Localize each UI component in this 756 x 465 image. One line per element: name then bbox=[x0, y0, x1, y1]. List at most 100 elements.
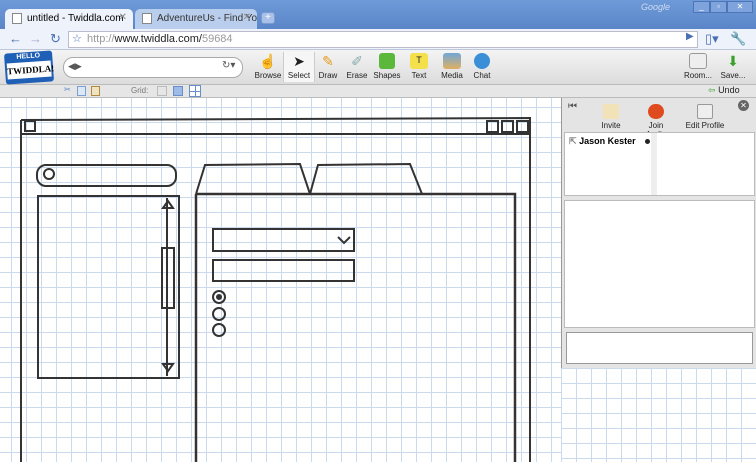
chat-log bbox=[564, 200, 755, 328]
close-tab-icon[interactable]: ✕ bbox=[243, 12, 251, 23]
edit-profile-button[interactable]: Edit Profile bbox=[684, 104, 726, 130]
user-list: ⇱ Jason Kester bbox=[564, 132, 755, 196]
sketch-radio bbox=[212, 307, 226, 321]
sketch-window-frame bbox=[20, 116, 531, 462]
undo-label: Undo bbox=[718, 85, 740, 95]
tool-text[interactable]: T Text bbox=[403, 53, 435, 80]
sketch-search-box bbox=[36, 164, 177, 187]
chat-input[interactable] bbox=[566, 332, 753, 364]
tab-twiddla[interactable]: untitled - Twiddla.com ✕ bbox=[5, 9, 133, 29]
undo-button[interactable]: ⇦ Undo bbox=[708, 85, 740, 96]
tool-label: Shapes bbox=[373, 71, 401, 80]
whiteboard-canvas[interactable] bbox=[0, 98, 561, 462]
tool-label: Draw bbox=[318, 71, 338, 80]
address-bar-row: ← → ↻ ☆ http://www.twiddla.com/59684 ▶ ▯▾… bbox=[0, 29, 756, 50]
nav-back-forward-icon[interactable]: ◀▶ bbox=[68, 61, 82, 72]
media-icon bbox=[443, 53, 461, 69]
text-icon: T bbox=[410, 53, 428, 69]
maximize-button[interactable]: ▫ bbox=[710, 1, 727, 13]
close-panel-icon[interactable]: ✕ bbox=[738, 100, 749, 111]
pencil-favicon-icon bbox=[12, 13, 22, 24]
tool-label: Chat bbox=[473, 71, 491, 80]
wireframe-sketch bbox=[20, 116, 531, 462]
sketch-scrollbar bbox=[161, 198, 175, 376]
browse-url-input[interactable]: ◀▶ ↻▾ bbox=[63, 57, 243, 78]
collapse-panel-icon[interactable]: ⏮ bbox=[568, 101, 577, 112]
user-status-dot bbox=[645, 139, 650, 144]
user-list-item[interactable]: ⇱ Jason Kester bbox=[569, 136, 636, 147]
copy-icon[interactable] bbox=[77, 86, 86, 96]
envelope-icon bbox=[603, 104, 619, 119]
minimize-button[interactable]: _ bbox=[693, 1, 710, 13]
cursor-icon: ⇱ bbox=[569, 136, 577, 146]
sketch-close bbox=[516, 120, 529, 133]
user-list-scrollbar[interactable] bbox=[651, 133, 657, 195]
tool-label: Erase bbox=[346, 71, 368, 80]
tool-shapes[interactable]: Shapes bbox=[371, 53, 403, 80]
sketch-textbox bbox=[212, 259, 355, 282]
url-input[interactable]: ☆ http://www.twiddla.com/59684 bbox=[68, 31, 698, 48]
sketch-maximize bbox=[501, 120, 514, 133]
tool-media[interactable]: Media bbox=[436, 53, 468, 80]
sketch-window-icon bbox=[24, 120, 36, 132]
tool-erase[interactable]: ✐ Erase bbox=[341, 53, 373, 80]
sketch-minimize bbox=[486, 120, 499, 133]
twiddla-logo[interactable]: HELLO TWIDDLA! bbox=[3, 50, 54, 85]
refresh-icon[interactable]: ↻▾ bbox=[222, 60, 235, 71]
grid-lines-button[interactable] bbox=[189, 85, 201, 97]
sketch-search-icon bbox=[43, 168, 55, 180]
invite-label: Invite bbox=[601, 121, 621, 130]
star-icon[interactable]: ☆ bbox=[72, 32, 82, 45]
pencil-icon: ✎ bbox=[322, 53, 334, 69]
tool-label: Text bbox=[411, 71, 427, 80]
edit-profile-label: Edit Profile bbox=[685, 121, 725, 130]
tab-label: untitled - Twiddla.com bbox=[27, 13, 124, 24]
tool-draw[interactable]: ✎ Draw bbox=[312, 53, 344, 80]
new-tab-button[interactable]: + bbox=[261, 12, 275, 24]
url-path: 59684 bbox=[201, 33, 233, 45]
sketch-dropdown bbox=[212, 228, 355, 252]
page-menu-icon[interactable]: ▯▾ bbox=[705, 31, 719, 47]
edit-toolbar: ✂ Grid: ⇦ Undo bbox=[0, 85, 756, 98]
twiddla-toolbar: HELLO TWIDDLA! ◀▶ ↻▾ ☝ Browse ➤ Select ✎ Dra… bbox=[0, 50, 756, 85]
grid-label: Grid: bbox=[131, 86, 149, 95]
browser-titlebar: untitled - Twiddla.com ✕ AdventureUs - Fi… bbox=[0, 0, 756, 29]
reload-button[interactable]: ↻ bbox=[50, 31, 61, 47]
tool-select[interactable]: ➤ Select bbox=[283, 52, 315, 82]
logo-name: TWIDDLA! bbox=[6, 60, 54, 80]
back-button[interactable]: ← bbox=[9, 31, 22, 46]
go-icon[interactable]: ▶ bbox=[686, 31, 694, 42]
tool-chat[interactable]: Chat bbox=[466, 53, 498, 80]
forward-button[interactable]: → bbox=[29, 31, 42, 46]
whiteboard-canvas-right[interactable] bbox=[561, 368, 756, 462]
eraser-icon: ✐ bbox=[351, 53, 363, 69]
paste-icon[interactable] bbox=[91, 86, 100, 96]
logo-hello: HELLO bbox=[16, 52, 41, 61]
tool-browse[interactable]: ☝ Browse bbox=[252, 53, 284, 80]
save-button[interactable]: ⬇ Save... bbox=[716, 53, 750, 80]
room-icon bbox=[689, 53, 707, 69]
tool-label: Save... bbox=[720, 71, 746, 80]
tool-label: Media bbox=[441, 71, 463, 80]
sketch-dropdown-arrow bbox=[337, 236, 351, 245]
grid-none-button[interactable] bbox=[157, 86, 167, 96]
tool-label: Select bbox=[287, 71, 311, 80]
room-button[interactable]: Room... bbox=[681, 53, 715, 80]
url-host: www.twiddla.com/ bbox=[114, 33, 202, 45]
sketch-listbox bbox=[37, 195, 180, 379]
arrow-icon: ➤ bbox=[293, 53, 305, 69]
user-name: Jason Kester bbox=[579, 136, 636, 146]
cut-icon[interactable]: ✂ bbox=[64, 85, 71, 94]
undo-arrow-icon: ⇦ bbox=[708, 85, 716, 95]
tool-label: Browse bbox=[254, 71, 282, 80]
close-tab-icon[interactable]: ✕ bbox=[119, 12, 127, 23]
wrench-menu-icon[interactable]: 🔧 bbox=[730, 31, 746, 47]
speaker-icon bbox=[648, 104, 664, 119]
grid-fill-button[interactable] bbox=[173, 86, 183, 96]
sketch-tabs bbox=[195, 162, 423, 195]
invite-button[interactable]: Invite bbox=[598, 104, 624, 130]
close-window-button[interactable]: ✕ bbox=[727, 1, 753, 13]
collaboration-panel: ⏮ Invite Join Audio Edit Profile ✕ ⇱ Jas… bbox=[561, 98, 756, 368]
tab-adventureus[interactable]: AdventureUs - Find Your N...✕ bbox=[135, 9, 257, 29]
brand-label: Google bbox=[640, 2, 670, 12]
